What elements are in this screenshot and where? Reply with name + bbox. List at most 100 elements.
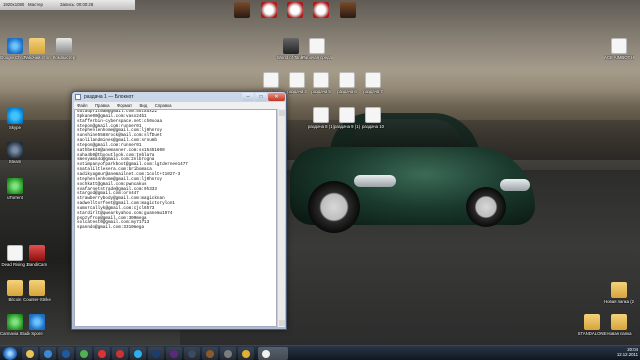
car-headlight-right — [500, 179, 530, 191]
skype-icon — [134, 350, 142, 358]
text-file-icon — [365, 72, 381, 88]
menu-file[interactable]: Файл — [74, 102, 91, 108]
text-line: spanndo@gmail.com:3310mega — [77, 225, 145, 231]
desktop-icon[interactable]: раздача 7 — [358, 72, 388, 94]
system-tray: 20:04 12.12.2011 — [590, 347, 638, 360]
taskbar-chrome[interactable] — [76, 347, 92, 360]
desktop-icon[interactable] — [227, 2, 257, 18]
taskbar-app2[interactable] — [220, 347, 236, 360]
desktop-icon[interactable]: Spore — [22, 314, 52, 336]
desktop-icon[interactable]: Skype — [0, 108, 30, 130]
taskbar-explorer[interactable] — [22, 347, 38, 360]
binding-of-isaac-icon — [313, 2, 329, 18]
taskbar-opera[interactable] — [94, 347, 110, 360]
notepad-icon — [75, 94, 81, 100]
desktop-icon[interactable]: BandiCam — [22, 245, 52, 267]
maximize-button[interactable]: □ — [255, 93, 267, 101]
taskbar-media[interactable] — [40, 347, 56, 360]
desktop-icon[interactable]: раздача 10 — [358, 107, 388, 129]
app-icon — [62, 350, 70, 358]
car-headlight-left — [354, 175, 396, 187]
studio-icon — [7, 314, 23, 330]
chrome-icon — [7, 38, 23, 54]
taskbar-notepad[interactable] — [258, 347, 288, 360]
folder-icon — [29, 38, 45, 54]
notepad-icon — [262, 350, 270, 358]
desktop-icon[interactable]: Steam — [0, 142, 30, 164]
menu-format[interactable]: Формат — [114, 102, 135, 108]
scroll-down-arrow-icon[interactable] — [279, 320, 285, 326]
steam-icon — [7, 142, 23, 158]
notepad-titlebar[interactable]: раздача 1 — Блокнот – □ ✕ — [72, 92, 286, 102]
desktop-icon[interactable]: Новая папка — [604, 314, 634, 336]
game-icon — [206, 350, 214, 358]
computer-icon — [56, 38, 72, 54]
app-icon — [242, 350, 250, 358]
game-icon — [234, 2, 250, 18]
photoshop-icon — [152, 350, 160, 358]
text-file-icon — [313, 72, 329, 88]
premiere-icon — [170, 350, 178, 358]
taskbar-steam[interactable] — [184, 347, 200, 360]
document-icon — [611, 38, 627, 54]
taskbar-game[interactable] — [202, 347, 218, 360]
desktop-icon[interactable]: Counter-Strike — [22, 280, 52, 302]
text-file-icon — [313, 107, 329, 123]
close-button[interactable]: ✕ — [268, 93, 285, 101]
taskbar-app[interactable] — [58, 347, 74, 360]
media-icon — [44, 350, 52, 358]
scroll-up-arrow-icon[interactable] — [279, 110, 285, 116]
toolbar-record-timer: Запись: 00:00:28 — [60, 2, 94, 7]
binding-of-isaac-icon — [261, 2, 277, 18]
bandicam-icon — [29, 245, 45, 261]
taskbar-photoshop[interactable] — [148, 347, 164, 360]
binding-of-isaac-icon — [287, 2, 303, 18]
menu-help[interactable]: Справка — [152, 102, 175, 108]
menu-view[interactable]: Вид — [137, 102, 151, 108]
steam-icon — [188, 350, 196, 358]
record-icon — [116, 350, 124, 358]
notepad-menubar: Файл Правка Формат Вид Справка — [74, 102, 285, 109]
toolbar-master[interactable]: Мастер — [28, 2, 43, 7]
menu-edit[interactable]: Правка — [92, 102, 113, 108]
desktop-icon[interactable] — [333, 2, 363, 18]
taskbar-skype[interactable] — [130, 347, 146, 360]
spore-icon — [29, 314, 45, 330]
app-icon — [224, 350, 232, 358]
text-file-icon — [289, 72, 305, 88]
taskbar: 20:04 12.12.2011 — [0, 345, 640, 360]
folder-icon — [29, 280, 45, 296]
desktop-icon[interactable]: Компьютер — [49, 38, 79, 60]
notepad-window[interactable]: раздача 1 — Блокнот – □ ✕ Файл Правка Фо… — [71, 91, 287, 330]
folder-icon — [26, 350, 34, 358]
car-wheel-front — [308, 181, 360, 233]
chrome-icon — [80, 350, 88, 358]
toolbar-resolution[interactable]: 1920x1080 — [3, 2, 24, 7]
desktop-icon[interactable]: ACE AIMBOT.HPG — [604, 38, 634, 60]
skype-icon — [7, 108, 23, 124]
text-file-icon — [339, 107, 355, 123]
desktop-icon[interactable]: Рабочий стол — [22, 38, 52, 60]
game-icon — [7, 245, 23, 261]
minimize-button[interactable]: – — [242, 93, 254, 101]
vertical-scrollbar[interactable] — [277, 109, 285, 327]
taskbar-bandicam[interactable] — [112, 347, 128, 360]
taskbar-app3[interactable] — [238, 347, 254, 360]
car-wheel-rear — [466, 187, 506, 227]
notepad-text-area[interactable]: 5utaupritmam@gmail.com:5utaux22 Spkane00@… — [74, 109, 277, 327]
utorrent-icon — [7, 178, 23, 194]
window-title: раздача 1 — Блокнот — [84, 94, 134, 100]
desktop-icon[interactable]: STANDALONE — [577, 314, 607, 336]
start-button[interactable] — [3, 347, 17, 360]
desktop-icon[interactable]: Новая папка (2) — [604, 282, 634, 304]
folder-icon — [7, 280, 23, 296]
recording-toolbar: 1920x1080 Мастер Запись: 00:00:28 — [0, 0, 135, 10]
desktop-icon[interactable] — [306, 2, 336, 18]
document-icon — [309, 38, 325, 54]
desktop-icon[interactable]: uTorrent — [0, 178, 30, 200]
desktop-icon[interactable]: Рабочая среда — [302, 38, 332, 60]
text-file-icon — [263, 72, 279, 88]
text-file-icon — [339, 72, 355, 88]
taskbar-premiere[interactable] — [166, 347, 182, 360]
clock-date[interactable]: 12.12.2011 — [590, 352, 638, 357]
